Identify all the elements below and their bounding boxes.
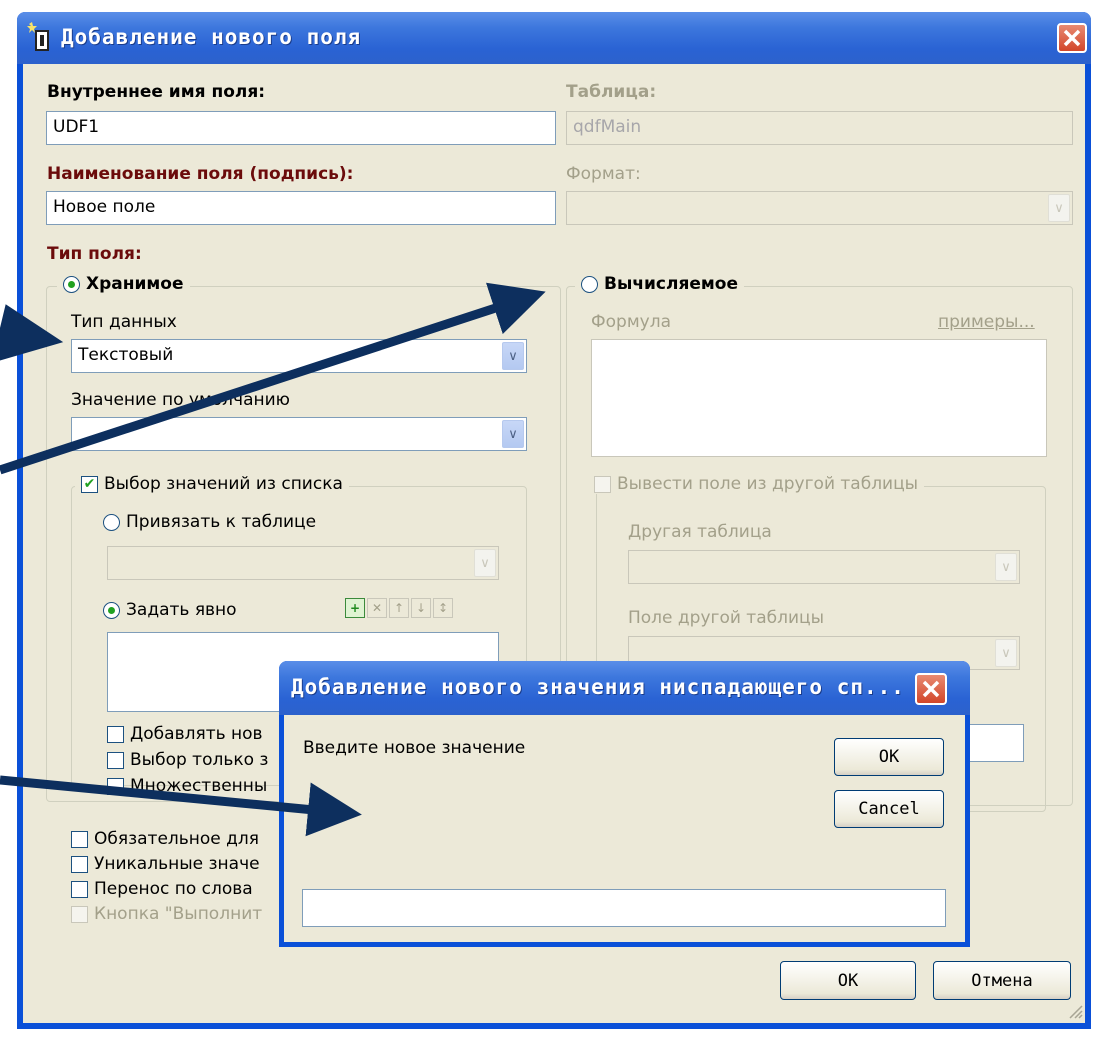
unique-checkbox[interactable]	[71, 855, 88, 873]
close-icon	[1063, 29, 1081, 47]
explicit-radio-indicator[interactable]	[103, 601, 120, 619]
option-select-only-checkbox[interactable]	[107, 751, 124, 769]
popup-cancel-button[interactable]: Cancel	[834, 790, 944, 828]
explicit-radio[interactable]: Задать явно	[103, 600, 237, 620]
other-field-label: Поле другой таблицы	[628, 608, 825, 628]
formula-label: Формула	[591, 312, 671, 332]
wrap-label: Перенос по слова	[94, 879, 253, 899]
other-table-label: Другая таблица	[628, 522, 772, 542]
chevron-down-icon: ∨	[1048, 194, 1070, 222]
main-window-title: Добавление нового поля	[61, 25, 362, 49]
checkmark-icon[interactable]: ✔	[81, 475, 98, 493]
stored-radio-indicator[interactable]	[63, 275, 80, 293]
other-table-checkbox: Вывести поле из другой таблицы	[588, 474, 925, 494]
computed-radio[interactable]: Вычисляемое	[575, 274, 744, 294]
option-multiple[interactable]: Множественны	[107, 774, 268, 798]
list-choice-label: Выбор значений из списка	[104, 474, 343, 494]
chevron-down-icon: ∨	[995, 639, 1017, 667]
required-label: Обязательное для	[94, 829, 260, 849]
popup-close-button[interactable]	[915, 673, 947, 705]
bind-table-radio-indicator[interactable]	[103, 513, 120, 531]
popup-value-input[interactable]	[302, 889, 946, 927]
chevron-down-icon[interactable]: ∨	[502, 342, 524, 370]
run-button-label: Кнопка "Выполнит	[94, 904, 263, 924]
internal-name-label: Внутреннее имя поля:	[47, 82, 266, 102]
add-icon[interactable]: +	[345, 598, 365, 618]
chevron-down-icon[interactable]: ∨	[502, 420, 524, 448]
option-multiple-checkbox[interactable]	[107, 777, 124, 795]
computed-radio-label: Вычисляемое	[604, 274, 738, 294]
examples-link[interactable]: примеры...	[938, 312, 1035, 332]
arrow-down-icon[interactable]: ↓	[411, 598, 431, 618]
option-add-new[interactable]: Добавлять нов	[107, 722, 268, 746]
option-add-new-label: Добавлять нов	[130, 724, 263, 744]
unique-option[interactable]: Уникальные значе	[71, 852, 262, 876]
popup-body: Введите новое значение OK Cancel	[284, 715, 965, 942]
required-checkbox[interactable]	[71, 830, 88, 848]
popup-title-bar[interactable]: Добавление нового значения ниспадающего …	[279, 661, 970, 715]
sort-icon[interactable]: ↕	[433, 598, 453, 618]
internal-name-input[interactable]: UDF1	[46, 111, 556, 145]
ok-button[interactable]: OK	[780, 961, 916, 1000]
popup-title: Добавление нового значения ниспадающего …	[291, 675, 905, 699]
popup-prompt: Введите новое значение	[303, 738, 526, 758]
option-select-only-label: Выбор только з	[130, 750, 269, 770]
partial-hidden-input[interactable]	[961, 724, 1024, 762]
list-choice-checkbox[interactable]: ✔ Выбор значений из списка	[75, 474, 349, 494]
stored-radio-label: Хранимое	[86, 274, 184, 294]
wrap-option[interactable]: Перенос по слова	[71, 877, 262, 901]
resize-grip-icon[interactable]	[1065, 1001, 1083, 1019]
app-icon	[27, 22, 49, 51]
main-title-bar[interactable]: Добавление нового поля	[17, 12, 1091, 64]
required-option[interactable]: Обязательное для	[71, 827, 262, 851]
run-button-option: Кнопка "Выполнит	[71, 902, 262, 926]
popup-ok-button[interactable]: OK	[834, 738, 944, 776]
data-type-value: Текстовый	[78, 345, 174, 365]
format-select: ∨	[566, 191, 1073, 225]
field-type-label: Тип поля:	[47, 244, 142, 264]
caption-label: Наименование поля (подпись):	[47, 164, 354, 184]
other-table-field-label: Вывести поле из другой таблицы	[617, 474, 919, 494]
chevron-down-icon: ∨	[995, 553, 1017, 581]
values-toolbar: + ✕ ↑ ↓ ↕	[345, 598, 453, 618]
cancel-button[interactable]: Отмена	[933, 961, 1071, 1000]
caption-input[interactable]: Новое поле	[46, 191, 556, 225]
stored-radio[interactable]: Хранимое	[57, 274, 190, 294]
field-flags: Обязательное для Уникальные значе Перено…	[71, 827, 262, 926]
table-label: Таблица:	[566, 82, 657, 102]
unique-label: Уникальные значе	[94, 854, 260, 874]
arrow-up-icon[interactable]: ↑	[389, 598, 409, 618]
option-multiple-label: Множественны	[130, 776, 268, 796]
bind-table-select: ∨	[107, 546, 499, 580]
close-icon	[922, 680, 940, 698]
default-value-label: Значение по умолчанию	[71, 390, 290, 410]
option-add-new-checkbox[interactable]	[107, 725, 124, 743]
other-table-checkbox-box	[594, 475, 611, 493]
explicit-label: Задать явно	[126, 600, 237, 620]
other-table-select: ∨	[628, 550, 1020, 584]
bind-table-radio[interactable]: Привязать к таблице	[103, 512, 316, 532]
new-value-dialog: Добавление нового значения ниспадающего …	[279, 661, 970, 947]
data-type-label: Тип данных	[71, 312, 177, 332]
data-type-select[interactable]: Текстовый ∨	[71, 339, 527, 373]
bind-table-label: Привязать к таблице	[126, 512, 317, 532]
wrap-checkbox[interactable]	[71, 880, 88, 898]
chevron-down-icon: ∨	[474, 549, 496, 577]
option-select-only[interactable]: Выбор только з	[107, 748, 268, 772]
formula-textarea	[591, 339, 1047, 457]
table-input: qdfMain	[566, 111, 1073, 145]
computed-radio-indicator[interactable]	[581, 275, 598, 293]
close-button[interactable]	[1057, 23, 1087, 53]
run-button-checkbox	[71, 905, 88, 923]
list-options: Добавлять нов Выбор только з Множественн…	[107, 722, 268, 798]
delete-icon[interactable]: ✕	[367, 598, 387, 618]
default-value-select[interactable]: ∨	[71, 417, 527, 451]
format-label: Формат:	[566, 164, 641, 184]
